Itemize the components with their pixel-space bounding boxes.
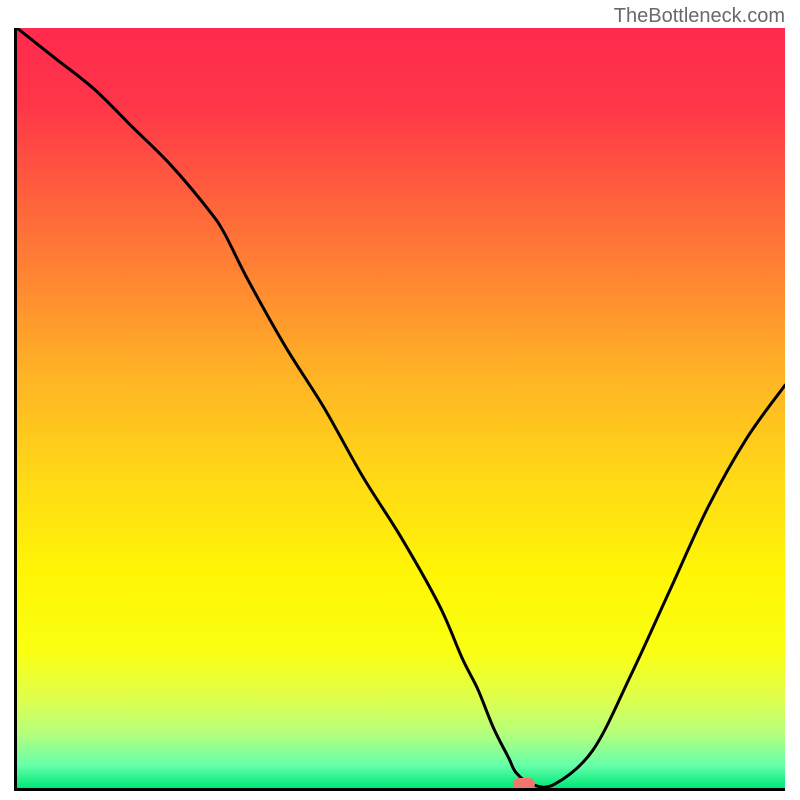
plot-area (14, 28, 785, 791)
optimal-marker (513, 778, 535, 790)
watermark-text: TheBottleneck.com (614, 5, 785, 28)
gradient-background (17, 28, 785, 788)
chart-container: TheBottleneck.com (0, 0, 800, 800)
